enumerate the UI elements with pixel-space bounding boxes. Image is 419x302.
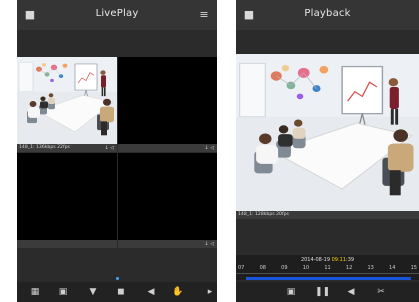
camera-4-status-bar: ↓ ◁ [118,240,217,248]
hour-label: 10 [302,265,310,271]
page-indicator-dot [116,277,119,280]
hour-label: 07 [238,265,245,271]
camera-1-status-bar: 148_1: 136kbps 22fps ↓ ◁ [17,144,117,152]
stream-status-icons: ↓ ◁ [104,145,114,151]
menu-icon[interactable]: ≡ [197,8,211,22]
hour-label: 12 [345,265,353,271]
snapshot-icon[interactable]: ▣ [285,286,297,298]
hour-label: 08 [259,265,266,271]
playback-screen: ■ Playback 148_1: 128kbps 20fps 2014-08-… [236,0,419,302]
next-arrow-icon[interactable]: ▸ [204,286,216,298]
timeline-track [236,273,419,274]
meeting-room-image [17,57,117,144]
playback-app-bar: ■ Playback [236,0,419,30]
stream-status-icons: ↓ ◁ [204,241,214,247]
camera-3-status-bar [17,240,117,248]
camera-view-2[interactable] [118,57,217,144]
favorite-icon[interactable]: ▼ [87,286,99,298]
hour-label: 14 [389,265,396,271]
timeline-datetime: 2014-08-19 09:11:39 [300,257,355,263]
playback-video[interactable] [236,54,419,211]
stream-status-icons: ↓ ◁ [204,145,214,151]
record-icon[interactable]: ◼ [115,286,127,298]
hour-label: 09 [281,265,288,271]
snapshot-icon[interactable]: ▣ [57,286,69,298]
camera-2-status-bar: ↓ ◁ [118,144,217,152]
stream-status: 148_1: 128kbps 20fps [238,212,289,217]
playback-status-bar: 148_1: 128kbps 20fps [236,211,419,219]
playback-timeline[interactable]: 2014-08-19 09:11:39 07 08 09 10 11 12 13… [236,255,419,280]
stream-status: 148_1: 136kbps 22fps [19,145,70,150]
camera-view-4[interactable] [118,153,217,240]
page-title: LivePlay [95,8,139,19]
hour-label: 13 [367,265,374,271]
page-title: Playback [304,8,351,19]
liveplay-app-bar: ■ LivePlay ≡ [17,0,217,30]
hour-label: 15 [410,265,417,271]
meeting-room-image [236,54,419,211]
clip-icon[interactable]: ✂ [375,286,387,298]
camera-view-3[interactable] [17,153,117,240]
playback-toolbar: ▣ ❚❚ ◀ ✂ [236,282,419,302]
hour-label: 11 [324,265,331,271]
timeline-hour-labels: 07 08 09 10 11 12 13 14 15 [238,265,417,271]
camera-view-1[interactable] [17,57,117,144]
audio-icon[interactable]: ◀ [345,286,357,298]
recording-segment-bar[interactable] [246,277,411,280]
liveplay-screen: ■ LivePlay ≡ 148_1: 136kbps 22fps ↓ ◁ ↓ … [17,0,217,302]
audio-icon[interactable]: ◀ [145,286,157,298]
ptz-control-icon[interactable]: ✋ [172,286,184,298]
grid-layout-icon[interactable]: ▦ [29,286,41,298]
liveplay-toolbar: ▦ ▣ ▼ ◼ ◀ ✋ ▸ [17,282,217,302]
pause-icon[interactable]: ❚❚ [315,286,330,298]
